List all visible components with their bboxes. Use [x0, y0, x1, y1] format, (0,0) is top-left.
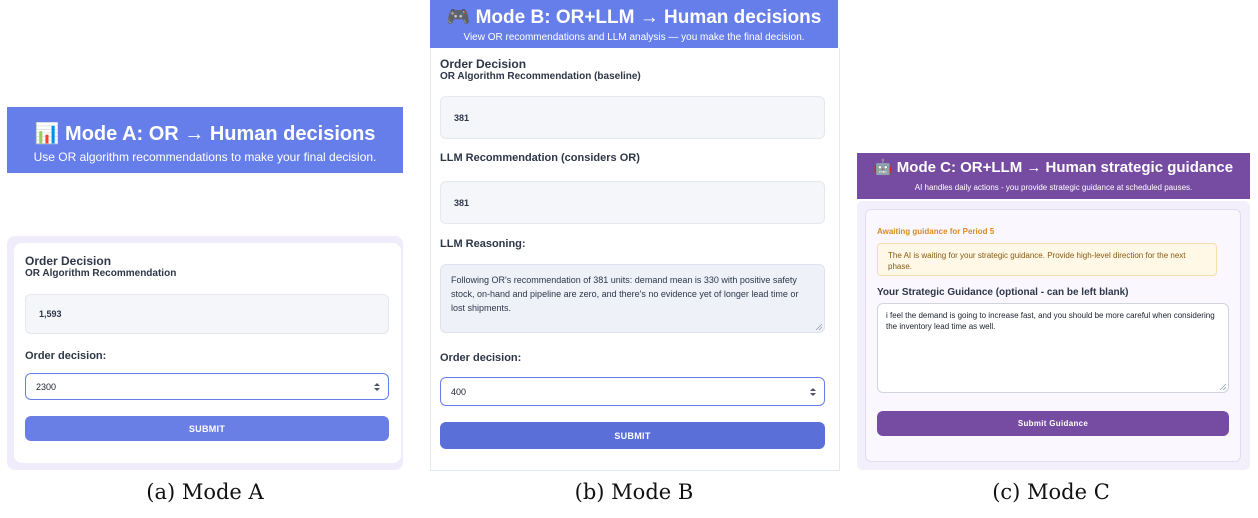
mode-a-subtitle: Use OR algorithm recommendations to make…	[33, 150, 377, 164]
mode-b-title: 🎮 Mode B: OR+LLM → Human decisions	[430, 5, 838, 29]
submit-guidance-button[interactable]: Submit Guidance	[877, 411, 1229, 436]
order-decision-input[interactable]: 400	[440, 377, 825, 406]
stepper-icon[interactable]	[374, 382, 380, 392]
robot-icon: 🤖	[873, 159, 893, 176]
guidance-text: i feel the demand is going to increase f…	[886, 311, 1215, 331]
mode-a-panel: 📊 Mode A: OR → Human decisions Use OR al…	[7, 0, 403, 470]
llm-recommendation-label: LLM Recommendation (considers OR)	[440, 152, 640, 164]
mode-b-header: 🎮 Mode B: OR+LLM → Human decisions View …	[430, 0, 838, 48]
order-decision-label: Order decision:	[25, 350, 107, 362]
awaiting-guidance-status: Awaiting guidance for Period 5	[877, 227, 995, 236]
submit-button[interactable]: SUBMIT	[440, 422, 825, 449]
resize-handle-icon[interactable]	[815, 323, 822, 330]
order-decision-label: Order decision:	[440, 352, 522, 364]
mode-a-card: Order Decision OR Algorithm Recommendati…	[7, 236, 403, 470]
llm-reasoning-content: Following OR's recommendation of 381 uni…	[451, 275, 799, 313]
mode-c-subtitle: AI handles daily actions - you provide s…	[914, 183, 1193, 192]
llm-reasoning-text[interactable]: Following OR's recommendation of 381 uni…	[440, 264, 825, 333]
chart-icon: 📊	[34, 123, 60, 145]
mode-c-title-text: Mode C: OR+LLM → Human strategic guidanc…	[896, 159, 1234, 176]
order-decision-value: 400	[451, 386, 467, 397]
mode-c-panel: 🤖 Mode C: OR+LLM → Human strategic guida…	[852, 0, 1250, 470]
mode-c-form: Awaiting guidance for Period 5 The AI is…	[865, 209, 1241, 462]
guidance-label: Your Strategic Guidance (optional - can …	[877, 287, 1129, 298]
or-recommendation-label: OR Algorithm Recommendation	[25, 268, 177, 279]
caption-b: (b) Mode B	[574, 480, 694, 504]
or-recommendation-value: 381	[440, 96, 825, 139]
guidance-notice: The AI is waiting for your strategic gui…	[877, 243, 1217, 276]
llm-recommendation-value: 381	[440, 181, 825, 224]
mode-a-form: Order Decision OR Algorithm Recommendati…	[14, 243, 401, 463]
caption-a: (a) Mode A	[146, 480, 264, 504]
mode-a-title-text: Mode A: OR → Human decisions	[65, 123, 376, 145]
order-decision-input[interactable]: 2300	[25, 373, 389, 400]
mode-c-title: 🤖 Mode C: OR+LLM → Human strategic guida…	[857, 158, 1250, 176]
or-recommendation-label: OR Algorithm Recommendation (baseline)	[440, 71, 641, 82]
or-recommendation-value: 1,593	[25, 294, 389, 334]
section-title: Order Decision	[440, 57, 527, 71]
caption-c: (c) Mode C	[992, 480, 1110, 504]
stepper-icon[interactable]	[810, 387, 816, 397]
submit-button[interactable]: SUBMIT	[25, 416, 389, 441]
mode-c-header: 🤖 Mode C: OR+LLM → Human strategic guida…	[857, 153, 1250, 199]
mode-b-form: Order Decision OR Algorithm Recommendati…	[430, 48, 840, 471]
resize-handle-icon[interactable]	[1219, 383, 1226, 390]
section-title: Order Decision	[25, 254, 112, 268]
llm-reasoning-label: LLM Reasoning:	[440, 238, 526, 250]
mode-b-title-text: Mode B: OR+LLM → Human decisions	[475, 7, 822, 28]
order-decision-value: 2300	[36, 381, 57, 392]
mode-b-panel: 🎮 Mode B: OR+LLM → Human decisions View …	[430, 0, 840, 471]
gamepad-icon: 🎮	[446, 7, 471, 28]
guidance-textarea[interactable]: i feel the demand is going to increase f…	[877, 303, 1229, 393]
mode-a-header: 📊 Mode A: OR → Human decisions Use OR al…	[7, 107, 403, 173]
mode-a-title: 📊 Mode A: OR → Human decisions	[7, 121, 403, 146]
mode-b-subtitle: View OR recommendations and LLM analysis…	[463, 32, 805, 43]
mode-c-card: Awaiting guidance for Period 5 The AI is…	[857, 201, 1250, 470]
